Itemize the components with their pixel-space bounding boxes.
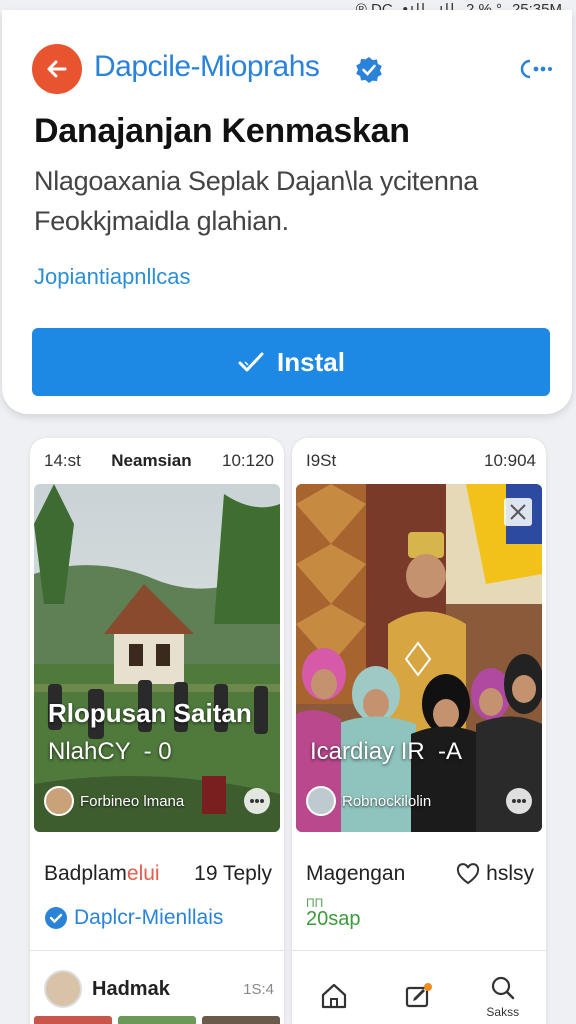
post-overlay-title: Rlopusan Saitan [48, 698, 252, 728]
village-scene-image [34, 484, 280, 832]
install-label: Instal [277, 346, 345, 377]
bottom-nav: Sakss [292, 966, 546, 1024]
post-overlay-subtitle: Icardiay IR -A [310, 738, 463, 765]
card-time: 14:st [44, 451, 81, 470]
card-title: Magengan [306, 862, 406, 885]
post-image-village[interactable]: Rlopusan Saitan NlahCY - 0 Forbineo lman… [34, 484, 280, 832]
thumbnail-strip [30, 1016, 284, 1024]
status-label: 20sap [306, 908, 361, 930]
card-source-link[interactable]: Daplcr-Mienllais [44, 906, 223, 930]
feed-card[interactable]: 14:st Neamsian 10:120 Rlopusan Saitan Nl… [30, 438, 284, 1024]
comment-time: 1S:4 [243, 980, 274, 998]
card-header: I9St 10:904 [306, 448, 536, 474]
avatar [306, 786, 336, 816]
app-header-card: Dapcile-Mioprahs Danajanjan Kenmaskan Nl… [2, 10, 572, 414]
compose-icon [405, 983, 432, 1008]
post-author-name: Forbineo lmana [80, 792, 185, 810]
post-author-name: Robnockilolin [342, 792, 432, 810]
tab-home[interactable] [319, 981, 349, 1011]
home-icon [321, 983, 346, 1009]
description-line-2: Feokkjmaidla glahian. [34, 206, 289, 236]
description-line-1: Nlagoaxania Seplak Dajan\la ycitenna [34, 166, 478, 196]
back-button[interactable] [32, 44, 82, 94]
tab-compose[interactable] [403, 981, 433, 1011]
install-button[interactable]: Instal [32, 328, 550, 396]
card-time: I9St [306, 451, 337, 470]
reply-count[interactable]: 19 Teply [194, 862, 272, 886]
card-author-name: Neamsian [111, 451, 192, 470]
checkmark-icon [238, 352, 264, 372]
search-icon [491, 976, 514, 1000]
comment-author: Hadmak [92, 977, 170, 1000]
more-options-icon[interactable] [516, 54, 552, 84]
verified-badge-icon [356, 57, 382, 83]
post-image-group[interactable]: Icardiay IR -A Robnockilolin [296, 484, 542, 832]
tab-search-label: Sakss [486, 1005, 520, 1019]
tab-search[interactable]: Sakss [486, 973, 519, 1019]
app-link[interactable]: Jopiantiapnllcas [34, 264, 191, 290]
post-author[interactable]: Forbineo lmana [44, 786, 184, 816]
divider [30, 950, 284, 951]
close-icon[interactable] [504, 498, 532, 526]
card-category: Badplamelui [44, 862, 160, 886]
like-label: hslsy [486, 862, 534, 885]
category-accent: elui [126, 862, 160, 885]
avatar [44, 786, 74, 816]
more-options-icon[interactable] [244, 788, 270, 814]
card-meta: Magengan hslsy [306, 862, 534, 886]
card-header: 14:st Neamsian 10:120 [44, 448, 274, 474]
comment-row[interactable]: Hadmak 1S:4 [44, 970, 274, 1008]
page-title: Danajanjan Kenmaskan [34, 112, 410, 150]
post-overlay-subtitle: NlahCY - 0 [48, 738, 172, 765]
source-label: Daplcr-Mienllais [74, 906, 224, 929]
card-meta: Badplamelui 19 Teply [44, 862, 272, 886]
card-timestamp: 10:120 [222, 451, 274, 470]
divider [292, 950, 546, 951]
post-author[interactable]: Robnockilolin [306, 786, 431, 816]
arrow-left-icon [47, 60, 67, 78]
like-action[interactable]: hslsy [456, 862, 534, 886]
category-text: Badplam [44, 862, 127, 885]
avatar [44, 970, 82, 1008]
app-name: Dapcile-Mioprahs [94, 50, 320, 83]
verified-badge-icon [45, 907, 67, 929]
feed-card[interactable]: I9St 10:904 Icardiay IR -A Robnockilolin… [292, 438, 546, 1024]
heart-icon [457, 863, 480, 885]
card-timestamp: 10:904 [484, 451, 536, 470]
group-photo-image [296, 484, 542, 832]
more-options-icon[interactable] [506, 788, 532, 814]
